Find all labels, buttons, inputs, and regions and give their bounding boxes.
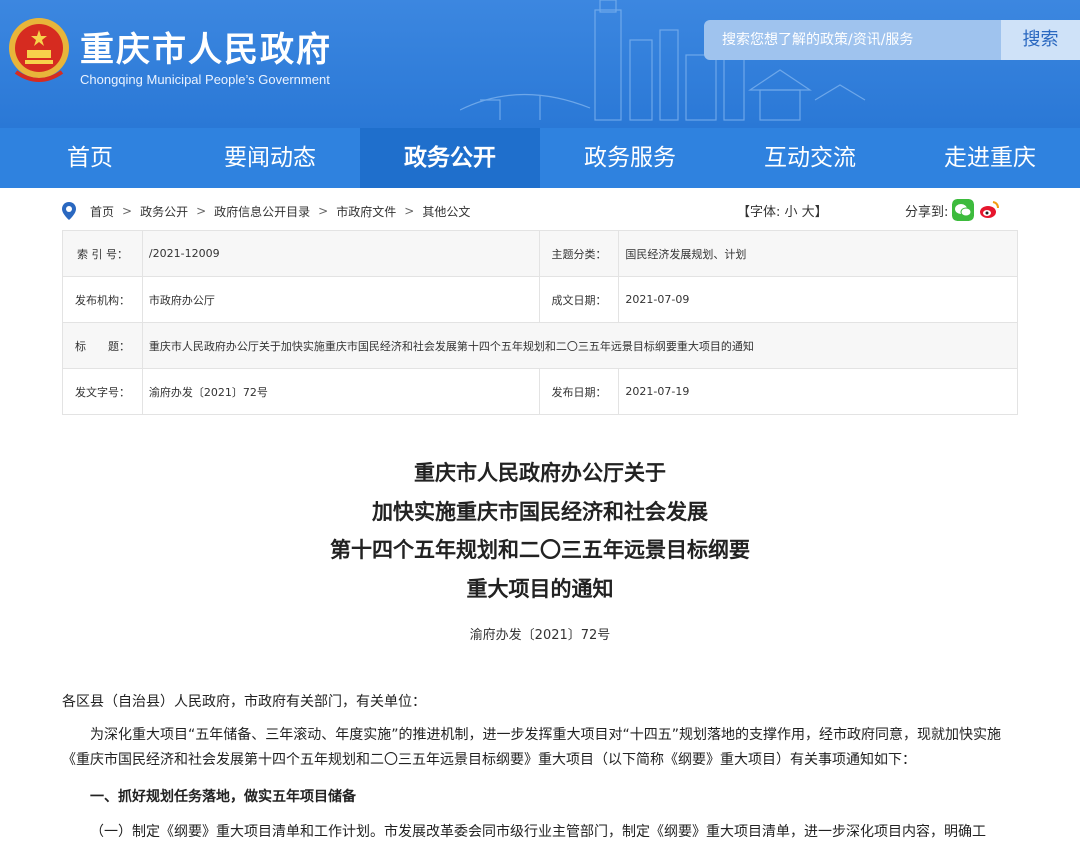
font-size-control[interactable]: 【字体: 小 大】 bbox=[737, 201, 828, 220]
meta-row: 发文字号： 渝府办发〔2021〕72号 发布日期： 2021-07-19 bbox=[63, 369, 1018, 415]
meta-written-label: 成文日期： bbox=[539, 277, 620, 323]
site-title[interactable]: 重庆市人民政府 bbox=[80, 22, 332, 71]
document-title-line: 加快实施重庆市国民经济和社会发展 bbox=[372, 498, 708, 524]
meta-docno-label: 发文字号： bbox=[63, 369, 143, 415]
meta-index-label: 索 引 号： bbox=[63, 231, 143, 277]
meta-index-value: /2021-12009 bbox=[142, 231, 540, 277]
search-input[interactable]: 搜索您想了解的政策/资讯/服务 bbox=[704, 20, 1001, 60]
share-bar: 分享到: bbox=[905, 199, 1000, 221]
breadcrumb: 首页 > 政务公开 > 政府信息公开目录 > 市政府文件 > 其他公文 bbox=[62, 199, 470, 223]
breadcrumb-government-affairs[interactable]: 政务公开 bbox=[140, 203, 188, 220]
document-addressee: 各区县（自治县）人民政府，市政府有关部门，有关单位： bbox=[62, 694, 426, 710]
nav-item-interaction[interactable]: 互动交流 bbox=[720, 128, 900, 188]
subsection-paragraph: （一）制定《纲要》重大项目清单和工作计划。市发展改革委会同市级行业主管部门，制定… bbox=[90, 824, 986, 840]
meta-issuer-label: 发布机构： bbox=[63, 277, 143, 323]
search-button[interactable]: 搜索 bbox=[1001, 20, 1080, 60]
meta-row: 索 引 号： /2021-12009 主题分类： 国民经济发展规划、计划 bbox=[63, 231, 1018, 277]
breadcrumb-separator: > bbox=[196, 204, 207, 218]
meta-docno-value: 渝府办发〔2021〕72号 bbox=[142, 369, 540, 415]
breadcrumb-info-catalog[interactable]: 政府信息公开目录 bbox=[214, 203, 310, 220]
national-emblem-logo bbox=[9, 18, 69, 82]
meta-issuer-value: 市政府办公厅 bbox=[142, 277, 540, 323]
wechat-icon[interactable] bbox=[952, 199, 975, 221]
document-meta-table: 索 引 号： /2021-12009 主题分类： 国民经济发展规划、计划 发布机… bbox=[62, 230, 1018, 415]
site-subtitle: Chongqing Municipal People’s Government bbox=[80, 72, 330, 87]
breadcrumb-separator: > bbox=[404, 204, 415, 218]
document-title-line: 重庆市人民政府办公厅关于 bbox=[414, 460, 666, 485]
location-pin-icon bbox=[62, 202, 76, 220]
meta-topic-label: 主题分类： bbox=[539, 231, 620, 277]
document-intro-paragraph: 为深化重大项目“五年储备、三年滚动、年度实施”的推进机制，进一步发挥重大项目对“… bbox=[62, 727, 1002, 768]
meta-row: 发布机构： 市政府办公厅 成文日期： 2021-07-09 bbox=[63, 277, 1018, 323]
breadcrumb-home[interactable]: 首页 bbox=[90, 203, 114, 220]
meta-title-label: 标 题： bbox=[63, 323, 143, 369]
meta-published-label: 发布日期： bbox=[539, 369, 620, 415]
nav-item-home[interactable]: 首页 bbox=[0, 128, 180, 188]
document-title-line: 第十四个五年规划和二〇三五年远景目标纲要 bbox=[330, 537, 750, 562]
breadcrumb-city-docs[interactable]: 市政府文件 bbox=[336, 203, 396, 220]
meta-title-value: 重庆市人民政府办公厅关于加快实施重庆市国民经济和社会发展第十四个五年规划和二〇三… bbox=[142, 323, 1018, 369]
document-number: 渝府办发〔2021〕72号 bbox=[469, 628, 611, 643]
breadcrumb-separator: > bbox=[318, 204, 329, 218]
meta-topic-value: 国民经济发展规划、计划 bbox=[619, 231, 1018, 277]
nav-item-news[interactable]: 要闻动态 bbox=[180, 128, 360, 188]
main-nav: 首页 要闻动态 政务公开 政务服务 互动交流 走进重庆 bbox=[0, 128, 1080, 188]
document-title: 重庆市人民政府办公厅关于 加快实施重庆市国民经济和社会发展 第十四个五年规划和二… bbox=[0, 454, 1080, 608]
breadcrumb-separator: > bbox=[122, 204, 133, 218]
site-header: 重庆市人民政府 Chongqing Municipal People’s Gov… bbox=[0, 0, 1080, 128]
meta-published-value: 2021-07-19 bbox=[619, 369, 1018, 415]
section-heading: 一、抓好规划任务落地，做实五年项目储备 bbox=[90, 789, 356, 805]
breadcrumb-other-docs[interactable]: 其他公文 bbox=[422, 203, 470, 220]
meta-written-value: 2021-07-09 bbox=[619, 277, 1018, 323]
weibo-icon[interactable] bbox=[978, 199, 1000, 221]
document-title-line: 重大项目的通知 bbox=[466, 575, 614, 601]
nav-item-government-affairs[interactable]: 政务公开 bbox=[360, 128, 540, 188]
meta-row: 标 题： 重庆市人民政府办公厅关于加快实施重庆市国民经济和社会发展第十四个五年规… bbox=[63, 323, 1018, 369]
nav-item-about-chongqing[interactable]: 走进重庆 bbox=[900, 128, 1080, 188]
nav-item-services[interactable]: 政务服务 bbox=[540, 128, 720, 188]
share-label: 分享到: bbox=[905, 204, 949, 220]
